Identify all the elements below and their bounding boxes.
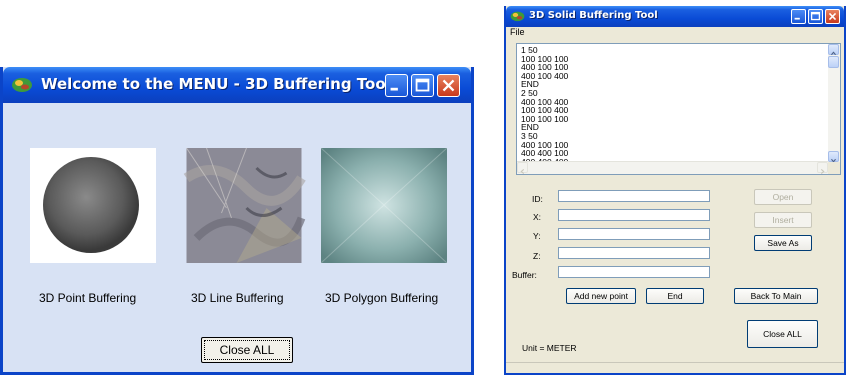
minimize-button[interactable] <box>791 9 806 24</box>
back-to-main-button[interactable]: Back To Main <box>734 288 818 304</box>
minimize-button[interactable] <box>385 74 408 97</box>
add-new-point-button[interactable]: Add new point <box>566 288 636 304</box>
scroll-up-button[interactable] <box>828 44 839 56</box>
menu-window-titlebar[interactable]: Welcome to the MENU - 3D Buffering Tool <box>3 67 471 103</box>
minimize-icon <box>390 87 398 91</box>
close-icon <box>828 12 837 21</box>
point-buffering-label[interactable]: 3D Point Buffering <box>39 291 136 305</box>
open-button[interactable]: Open <box>754 189 812 205</box>
x-label: X: <box>533 212 542 222</box>
solid-buffering-window: 3D Solid Buffering Tool File 1 50 100 10… <box>504 6 846 375</box>
scroll-right-button[interactable] <box>817 162 828 174</box>
menu-file[interactable]: File <box>510 27 525 37</box>
solid-window-title: 3D Solid Buffering Tool <box>529 10 658 21</box>
app-icon <box>510 11 525 22</box>
polygon-buffering-thumbnail[interactable] <box>321 148 447 263</box>
z-input[interactable] <box>558 247 710 259</box>
coordinates-text: 1 50 100 100 100 400 100 100 400 100 400… <box>521 45 569 174</box>
menu-window: Welcome to the MENU - 3D Buffering Tool <box>0 67 474 375</box>
arrow-left-icon <box>520 169 525 174</box>
scroll-corner <box>828 162 840 174</box>
end-button[interactable]: End <box>646 288 704 304</box>
polygon-buffering-label[interactable]: 3D Polygon Buffering <box>325 291 438 305</box>
y-label: Y: <box>533 231 541 241</box>
id-input[interactable] <box>558 190 710 202</box>
close-all-button[interactable]: Close ALL <box>747 320 818 348</box>
maximize-button[interactable] <box>808 9 823 24</box>
scroll-down-button[interactable] <box>828 151 839 163</box>
save-as-button[interactable]: Save As <box>754 235 812 251</box>
x-input[interactable] <box>558 209 710 221</box>
app-icon <box>12 78 32 92</box>
close-icon <box>442 79 455 92</box>
vertical-scrollbar[interactable] <box>828 44 840 163</box>
close-window-button[interactable] <box>825 9 840 24</box>
horizontal-scrollbar[interactable] <box>517 161 828 174</box>
coordinates-textarea[interactable]: 1 50 100 100 100 400 100 100 400 100 400… <box>516 43 841 175</box>
status-bar <box>506 362 844 373</box>
close-window-button[interactable] <box>437 74 460 97</box>
maximize-button[interactable] <box>411 74 434 97</box>
id-label: ID: <box>532 194 543 204</box>
z-label: Z: <box>533 251 541 261</box>
insert-button[interactable]: Insert <box>754 212 812 228</box>
unit-text: Unit = METER <box>522 343 577 353</box>
maximize-icon <box>810 11 821 21</box>
line-buffering-thumbnail[interactable] <box>181 148 307 263</box>
menu-window-title: Welcome to the MENU - 3D Buffering Tool <box>41 75 391 93</box>
arrow-right-icon <box>820 169 825 174</box>
close-all-button[interactable]: Close ALL <box>201 337 293 363</box>
y-input[interactable] <box>558 228 710 240</box>
line-buffering-label[interactable]: 3D Line Buffering <box>191 291 284 305</box>
solid-window-titlebar[interactable]: 3D Solid Buffering Tool <box>506 6 844 27</box>
minimize-icon <box>794 17 800 20</box>
buffer-label: Buffer: <box>512 270 537 280</box>
menu-bar: File <box>506 27 844 39</box>
scroll-left-button[interactable] <box>517 162 528 174</box>
buffer-input[interactable] <box>558 266 710 278</box>
maximize-icon <box>415 78 430 92</box>
scroll-thumb[interactable] <box>828 56 839 68</box>
point-buffering-thumbnail[interactable] <box>30 148 156 263</box>
